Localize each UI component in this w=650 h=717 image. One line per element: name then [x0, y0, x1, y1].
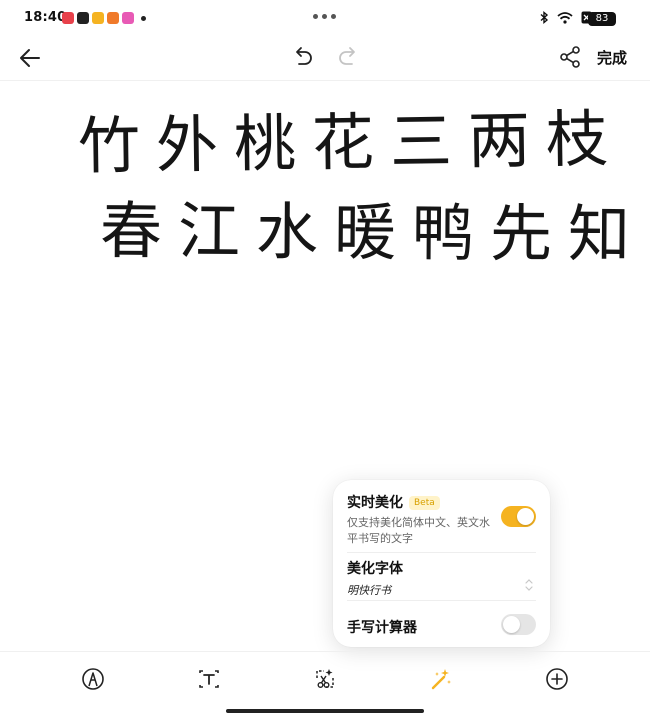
divider — [347, 552, 536, 553]
undo-icon[interactable] — [290, 44, 316, 70]
home-indicator[interactable] — [226, 709, 424, 713]
app-icon-dark — [77, 12, 89, 24]
add-icon[interactable] — [544, 666, 570, 692]
beautify-font-row[interactable]: 美化字体 明快行书 — [347, 558, 536, 600]
handwriting-calculator-toggle[interactable] — [501, 614, 536, 635]
more-notifications-dot — [141, 15, 146, 21]
realtime-beautify-title: 实时美化 — [347, 495, 403, 511]
redo-icon[interactable] — [335, 44, 361, 70]
handwriting-line-1: 竹外桃花三两枝 — [77, 102, 625, 183]
app-icon-orange — [107, 12, 119, 24]
top-toolbar: 完成 — [0, 36, 650, 81]
realtime-beautify-description: 仅支持美化简体中文、英文水平书写的文字 — [347, 516, 490, 545]
handwriting-line-2: 春江水暖鸭先知 — [99, 194, 647, 271]
status-time: 18:40 — [24, 10, 67, 25]
realtime-beautify-toggle[interactable] — [501, 506, 536, 527]
beautify-font-title: 美化字体 — [347, 561, 403, 577]
system-icons — [540, 11, 592, 24]
battery-icon: 83 — [588, 12, 616, 26]
pen-tool-icon[interactable] — [80, 666, 106, 692]
bottom-toolbar — [0, 651, 650, 712]
share-icon[interactable] — [557, 44, 583, 70]
bluetooth-icon — [540, 11, 549, 24]
app-icon-red — [62, 12, 74, 24]
realtime-beautify-row: 实时美化 Beta 仅支持美化简体中文、英文水平书写的文字 — [347, 492, 536, 547]
text-box-icon[interactable] — [196, 666, 222, 692]
beta-badge: Beta — [409, 496, 440, 510]
back-arrow-icon[interactable] — [16, 44, 44, 72]
chevron-up-down-icon — [525, 579, 533, 591]
handwriting-calculator-row: 手写计算器 — [347, 614, 536, 637]
beautify-font-value: 明快行书 — [347, 584, 391, 597]
window-menu-dots[interactable] — [313, 14, 336, 19]
app-icon-yellow — [92, 12, 104, 24]
notification-icons — [62, 12, 146, 24]
done-button[interactable]: 完成 — [597, 47, 627, 68]
beautify-magic-icon[interactable] — [428, 666, 454, 692]
app-icon-pink — [122, 12, 134, 24]
wifi-icon — [557, 11, 573, 24]
lasso-select-icon[interactable] — [312, 666, 338, 692]
status-bar: 18:40 83 — [0, 0, 650, 36]
divider — [347, 600, 536, 601]
beautify-settings-popup: 实时美化 Beta 仅支持美化简体中文、英文水平书写的文字 美化字体 明快行书 手… — [333, 480, 550, 647]
